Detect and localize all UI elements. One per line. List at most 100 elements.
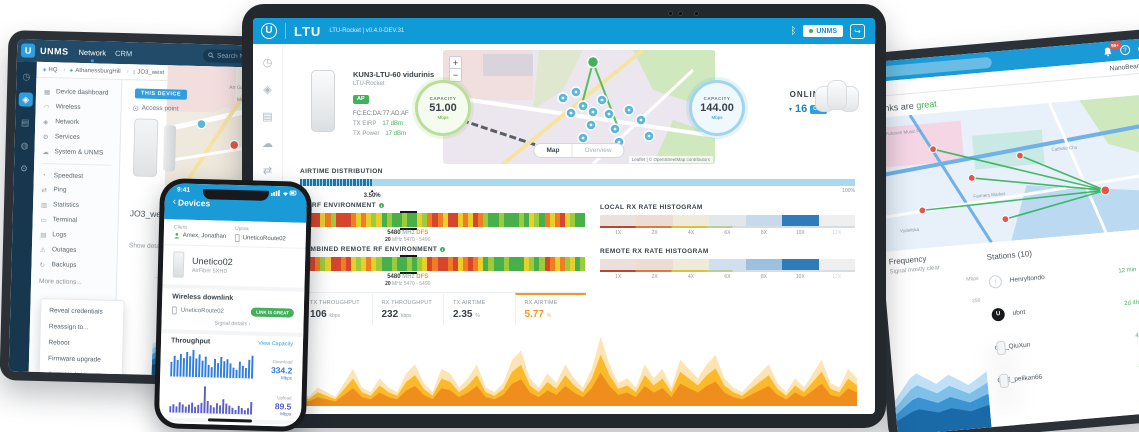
rail-icon[interactable]: ◈ (263, 83, 271, 96)
rail-icon[interactable]: ◷ (19, 69, 33, 83)
rail-icon[interactable]: ⇄ (263, 164, 272, 177)
sidebar-item-label: System & UNMS (54, 148, 103, 156)
sidebar-item-icon: ▭ (41, 215, 49, 223)
sidebar-item-icon: ▥ (41, 200, 49, 208)
rate-tick-label: 1X (600, 230, 636, 236)
stat-tab[interactable]: RX AIRTIME 5.77 % (515, 293, 587, 325)
stat-unit: % (475, 313, 479, 319)
rail-icon[interactable]: ☁ (262, 137, 273, 150)
info-icon[interactable]: i (440, 247, 445, 252)
device-photo (133, 118, 159, 177)
stat-unit: % (547, 313, 551, 319)
stat-value: 232 kbps (382, 309, 444, 320)
sidebar-item-icon: ↻ (39, 260, 47, 268)
station-name: Henryltondo (1009, 269, 1102, 284)
download-bar-chart (170, 347, 255, 379)
rail-icon[interactable]: ⚙ (17, 161, 31, 175)
breadcrumb-item-label: JO3_west (137, 69, 164, 76)
sidebar-main-menu: ▦Device dashboard◠Wireless◈Network⚙Servi… (34, 84, 121, 161)
stat-value: 5.77 % (525, 309, 587, 320)
channel-annotation: 5480 MHz DFS 20 MHz 5470 - 5490 (338, 230, 478, 243)
rate-categories: 1X2X4X6X8X10X12X (600, 230, 855, 236)
rate-tick-label: 8X (746, 274, 782, 280)
remote-rx-histogram: REMOTE RX RATE HISTOGRAM 1X2X4X6X8X10X12… (600, 248, 855, 280)
stations-panel: Stations (10) ↑ Henryltondo 12 min -41 d… (982, 228, 1139, 426)
tab-overview[interactable]: Overview (572, 144, 623, 157)
uplink-label: Uplink (235, 226, 296, 234)
view-capacity-link[interactable]: View Capacity (258, 340, 293, 347)
rail-icon[interactable]: ◷ (263, 56, 273, 69)
breadcrumb-item-label: AthanessburgHill (75, 67, 121, 74)
device-type: Access point (133, 104, 179, 112)
ltu-brand: LTU (294, 24, 321, 39)
more-actions-button[interactable]: More actions... (31, 272, 116, 289)
ap-rf-environment: AP RF ENVIRONMENTi 5480 MHz DFS 20 MHz 5… (300, 202, 585, 227)
rail-icon[interactable]: ◍ (17, 138, 31, 152)
stations-list: ↑ Henryltondo 12 min -41 dBm U ubnt 2d 4… (983, 249, 1139, 397)
rail-icon[interactable]: ▤ (262, 110, 272, 123)
sidebar-item-icon: ▦ (44, 88, 52, 96)
sidebar-item[interactable]: ☁System & UNMS (34, 144, 119, 161)
client-uplink-row: Client Amex, Jonathan Uplink UneticoRout… (164, 219, 307, 249)
local-capacity-gauge: CAPACITY 51.00 Mbps (415, 80, 471, 136)
camera-dot (694, 11, 699, 16)
airtime-used-ticks (300, 179, 372, 186)
logout-icon[interactable]: ↪ (850, 24, 865, 39)
station-uptime: 2d 4h (1105, 299, 1139, 308)
unms-connect-button[interactable]: UNMS (803, 25, 843, 37)
notifications-button[interactable]: 99+ (1103, 46, 1113, 57)
breadcrumb-item[interactable]: ◈AthanessburgHill (69, 67, 132, 75)
map-zoom-controls: + − (449, 56, 462, 82)
zoom-out-button[interactable]: − (450, 69, 461, 81)
tab-network[interactable]: Network (78, 47, 106, 57)
camera-dot (668, 11, 673, 16)
device-name: Unetico02 (192, 256, 233, 267)
sidebar-item-icon: ◈ (43, 117, 51, 125)
airtime-distribution: AIRTIME DISTRIBUTION ▴3.50% 0%100% (300, 168, 855, 194)
download-unit: Mbps (260, 375, 292, 381)
sidebar-item-label: Speedtest (54, 172, 83, 180)
rate-tick-label: 2X (636, 274, 672, 280)
station-uptime: 4d (1108, 332, 1139, 341)
throughput-title: Throughput (171, 337, 210, 345)
tab-crm[interactable]: CRM (115, 48, 132, 57)
nav-title[interactable]: Devices (178, 198, 210, 209)
device-photo (173, 251, 185, 277)
person-icon (174, 232, 180, 238)
upload-chart-row: Upload 89.5 Mbps (159, 381, 302, 421)
download-chart-row: Download 334.2 Mbps (160, 345, 303, 385)
remote-rf-environment: COMBINED REMOTE RF ENVIRONMENTi 5480 MHz… (300, 246, 585, 271)
menu-item[interactable]: Open Web UI (39, 366, 121, 379)
zoom-in-button[interactable]: + (450, 57, 461, 69)
map-attribution[interactable]: Leaflet | © OpenStreetMap contributors (629, 156, 713, 163)
back-chevron-icon[interactable]: ‹ (173, 198, 177, 206)
phone-body: Client Amex, Jonathan Uplink UneticoRout… (159, 219, 306, 427)
device-row[interactable]: Unetico02 AirFiber 5XHD (162, 245, 305, 292)
stat-tab[interactable]: RX THROUGHPUT 232 kbps (372, 293, 444, 325)
airtime-bar: ▴3.50% (300, 179, 855, 186)
rate-tick-label: 6X (709, 230, 745, 236)
rail-icon[interactable]: ▤ (18, 115, 32, 129)
topbar-divider (285, 23, 286, 39)
breadcrumb-item[interactable]: ◈HQ (43, 66, 70, 73)
unms-logo-icon: U (21, 43, 35, 57)
tab-map[interactable]: Map (534, 144, 572, 157)
stat-tab[interactable]: TX THROUGHPUT 106 kbps (300, 293, 372, 325)
status-dot (809, 29, 813, 33)
info-icon[interactable]: i (379, 203, 384, 208)
stat-label: TX THROUGHPUT (310, 300, 372, 306)
stat-tab[interactable]: TX AIRTIME 2.35 % (443, 293, 515, 325)
station-avatar (996, 340, 1006, 355)
device-model: AirFiber 5XHD (192, 268, 233, 275)
rail-icon[interactable]: ◈ (19, 92, 33, 106)
ubiquiti-logo-icon: U (261, 23, 277, 39)
bluetooth-icon[interactable]: ᛒ (790, 26, 796, 37)
marketing-stage: U UNMS Network CRM Search Network ◈HQ ◈A… (0, 0, 1139, 432)
stats-tabs: TX THROUGHPUT 106 kbps RX THROUGHPUT 232… (300, 292, 586, 325)
links-map[interactable]: Park Futurum Music Fe Catholic Chu Farme… (870, 92, 1139, 252)
sidebar-item-label: Network (55, 118, 79, 126)
coverage-map[interactable]: + − Map Overview Leaflet | © OpenStreetM… (443, 50, 715, 164)
stat-label: RX AIRTIME (525, 300, 587, 306)
sidebar-tools-menu: ◔Speedtest⇄Ping▥Statistics▭Terminal▤Logs… (31, 168, 119, 274)
phone-notch (203, 189, 269, 201)
